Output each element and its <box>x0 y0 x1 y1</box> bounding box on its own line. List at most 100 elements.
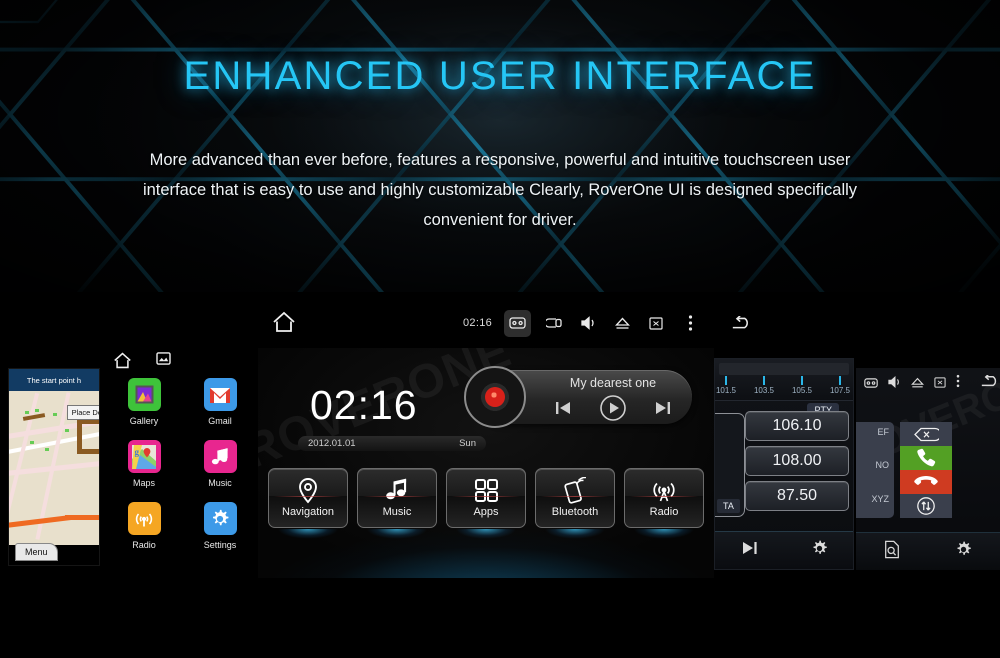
close-box-icon[interactable] <box>645 311 667 335</box>
button-glow <box>268 529 348 555</box>
map-marker <box>30 441 34 444</box>
drawer-status-bar <box>113 352 171 374</box>
launcher-bluetooth[interactable]: Bluetooth <box>535 468 615 528</box>
map-menu-button[interactable]: Menu <box>15 543 58 561</box>
recents-icon[interactable] <box>156 352 171 374</box>
radio-screen[interactable]: 101.5 103.5 105.5 107.5 PTY TA 106.10 10… <box>714 358 854 570</box>
launcher-label: Radio <box>649 506 679 518</box>
link-icon[interactable] <box>543 311 565 335</box>
button-glow <box>357 529 437 555</box>
gear-icon[interactable] <box>810 539 829 563</box>
card-icon[interactable] <box>504 309 532 337</box>
eject-icon[interactable] <box>611 311 633 335</box>
launcher-label: Music <box>382 506 412 518</box>
preset-item[interactable]: 87.50 <box>745 481 849 511</box>
map-marker <box>35 409 39 412</box>
grid-icon <box>474 475 499 505</box>
call-control-column <box>900 422 952 518</box>
next-icon[interactable] <box>741 540 759 561</box>
card-icon[interactable] <box>864 375 878 393</box>
map-marker <box>53 413 57 416</box>
phone-footer <box>856 532 1000 570</box>
swap-call-button[interactable] <box>900 494 952 518</box>
antenna-icon <box>651 475 677 505</box>
delete-digit-button[interactable] <box>900 422 952 446</box>
gear-icon[interactable] <box>954 540 973 564</box>
place-details-button[interactable]: Place De <box>66 405 99 420</box>
scale-tick <box>725 376 727 385</box>
app-item-gmail[interactable]: Gmail <box>193 378 247 426</box>
button-glow <box>624 529 704 555</box>
scale-tick <box>839 376 841 385</box>
overflow-menu-icon[interactable] <box>956 374 960 393</box>
preset-list: 106.10 108.00 87.50 <box>745 411 849 516</box>
back-icon[interactable] <box>731 311 753 335</box>
scale-tick <box>801 376 803 385</box>
next-track-icon[interactable] <box>654 400 672 416</box>
media-player-widget[interactable]: My dearest one <box>464 366 692 428</box>
system-bar: 02:16 <box>0 306 1000 340</box>
keypad-letters: NO <box>875 460 890 470</box>
hero-banner: ENHANCED USER INTERFACE More advanced th… <box>0 0 1000 292</box>
volume-icon[interactable] <box>577 311 599 335</box>
app-item-maps[interactable]: g Maps <box>117 440 171 488</box>
preset-item[interactable]: 108.00 <box>745 446 849 476</box>
phone-wave-icon <box>562 475 588 505</box>
map-marker <box>25 411 29 414</box>
transport-controls <box>540 394 686 422</box>
scale-label: 105.5 <box>791 386 813 395</box>
map-canvas[interactable]: Place De <box>9 391 99 545</box>
volume-icon[interactable] <box>888 375 901 393</box>
end-call-button[interactable] <box>900 470 952 494</box>
app-drawer-screen[interactable]: Gallery Gmail g Maps Music Radio Setting… <box>103 352 258 572</box>
preset-item[interactable]: 106.10 <box>745 411 849 441</box>
search-doc-icon[interactable] <box>883 540 901 564</box>
map-road <box>22 413 46 421</box>
date-text: 2012.01.01 <box>308 438 356 449</box>
app-item-settings[interactable]: Settings <box>193 502 247 550</box>
launcher-apps[interactable]: Apps <box>446 468 526 528</box>
button-glow <box>535 529 615 555</box>
phone-screen[interactable]: ROVERONE <box>856 368 1000 570</box>
keypad-letter-column[interactable]: EF NO XYZ <box>856 422 894 518</box>
keypad-letters: XYZ <box>871 494 889 504</box>
gmail-icon <box>203 378 237 411</box>
answer-call-button[interactable] <box>900 446 952 470</box>
button-glow <box>446 529 526 555</box>
eject-icon[interactable] <box>911 375 924 393</box>
map-road <box>77 449 99 454</box>
navigation-screen[interactable]: The start point h Place De Menu <box>8 368 100 566</box>
app-label: Radio <box>132 540 156 550</box>
gallery-icon <box>127 378 161 411</box>
track-title: My dearest one <box>569 376 657 390</box>
hero-title: ENHANCED USER INTERFACE <box>183 54 817 98</box>
frequency-scale[interactable]: 101.5 103.5 105.5 107.5 <box>715 359 853 401</box>
ta-button[interactable]: TA <box>717 499 740 513</box>
page-root: ENHANCED USER INTERFACE More advanced th… <box>0 0 1000 658</box>
map-marker <box>65 429 69 432</box>
launcher-navigation[interactable]: Navigation <box>268 468 348 528</box>
map-marker <box>45 448 49 451</box>
map-road <box>77 419 82 453</box>
prev-track-icon[interactable] <box>554 400 572 416</box>
app-item-gallery[interactable]: Gallery <box>117 378 171 426</box>
nav-header-text: The start point h <box>9 369 99 391</box>
device-screens-strip: 02:16 The start point h Place De Menu Ga… <box>0 292 1000 658</box>
close-box-icon[interactable] <box>934 375 946 393</box>
home-icon[interactable] <box>113 352 132 374</box>
scale-tick <box>763 376 765 385</box>
scale-track <box>719 363 849 375</box>
back-icon[interactable] <box>980 373 1000 393</box>
launcher-radio[interactable]: Radio <box>624 468 704 528</box>
app-item-radio[interactable]: Radio <box>117 502 171 550</box>
app-item-music[interactable]: Music <box>193 440 247 488</box>
svg-text:g: g <box>135 447 140 457</box>
overflow-menu-icon[interactable] <box>679 311 701 335</box>
hero-subtitle: More advanced than ever before, features… <box>142 151 858 229</box>
play-icon[interactable] <box>599 394 627 422</box>
home-screen[interactable]: ROVERONE 02:16 2012.01.01 Sun My dearest… <box>258 348 714 578</box>
launcher-music[interactable]: Music <box>357 468 437 528</box>
album-disc-icon <box>464 366 526 428</box>
app-label: Music <box>208 478 232 488</box>
home-icon[interactable] <box>272 311 296 338</box>
